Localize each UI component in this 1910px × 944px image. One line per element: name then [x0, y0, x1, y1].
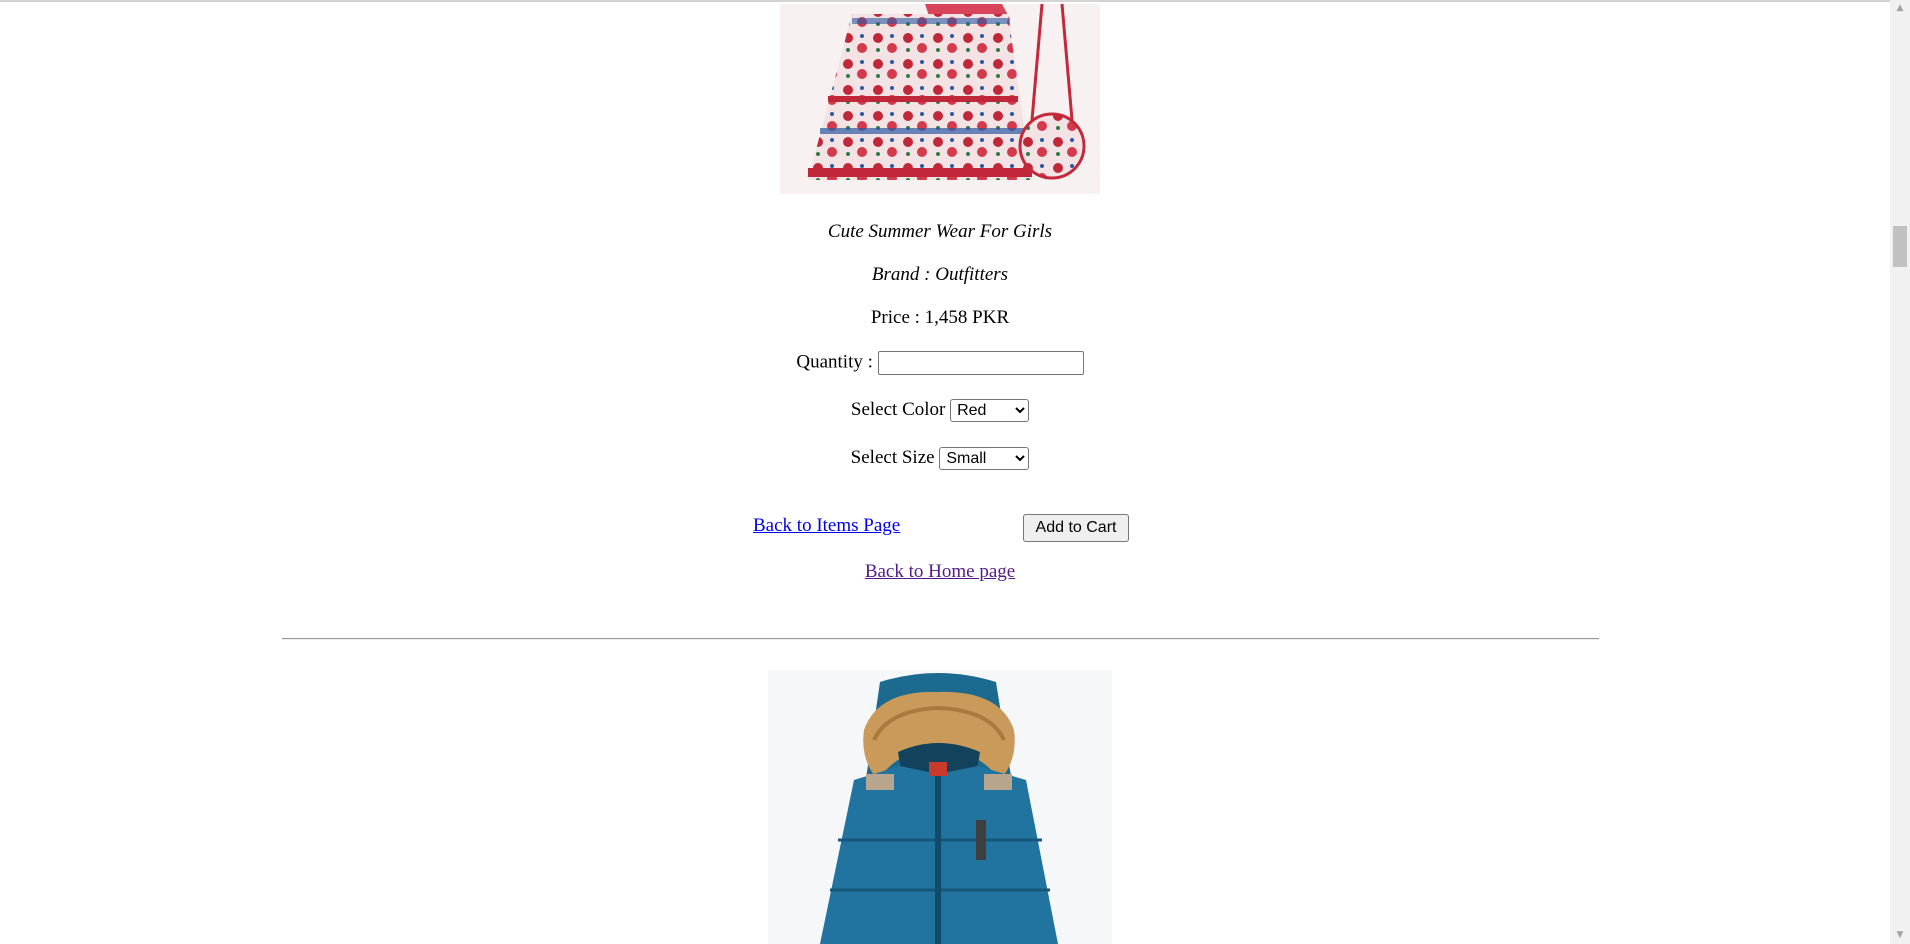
product-image-dress	[780, 4, 1100, 194]
back-to-home-link[interactable]: Back to Home page	[865, 561, 1015, 582]
product-title: Cute Summer Wear For Girls	[827, 221, 1053, 242]
page-scrollbar[interactable]: ▲ ▼	[1890, 0, 1910, 944]
color-select[interactable]: Red	[950, 399, 1030, 423]
quantity-label: Quantity :	[796, 351, 873, 373]
scrollbar-thumb[interactable]	[1893, 226, 1907, 267]
scroll-down-icon[interactable]: ▼	[1890, 927, 1910, 944]
color-row: Select Color Red	[0, 399, 1880, 423]
size-select[interactable]: Small	[939, 447, 1030, 471]
back-to-items-link[interactable]: Back to Items Page	[753, 515, 900, 537]
size-row: Select Size Small	[0, 447, 1880, 471]
product-brand: Brand : Outfitters	[871, 264, 1009, 285]
add-to-cart-button[interactable]: Add to Cart	[1023, 514, 1129, 542]
product-image-jacket	[768, 670, 1112, 944]
back-home-row: Back to Home page	[0, 561, 1880, 583]
product-divider	[282, 638, 1599, 640]
product-page: Cute Summer Wear For Girls Brand : Outfi…	[0, 0, 1890, 944]
size-label: Select Size	[850, 447, 935, 468]
quantity-input[interactable]	[877, 351, 1084, 375]
quantity-row: Quantity :	[0, 351, 1880, 375]
color-label: Select Color	[850, 399, 946, 420]
product-price: Price : 1,458 PKR	[870, 307, 1010, 328]
scroll-up-icon[interactable]: ▲	[1890, 0, 1910, 17]
